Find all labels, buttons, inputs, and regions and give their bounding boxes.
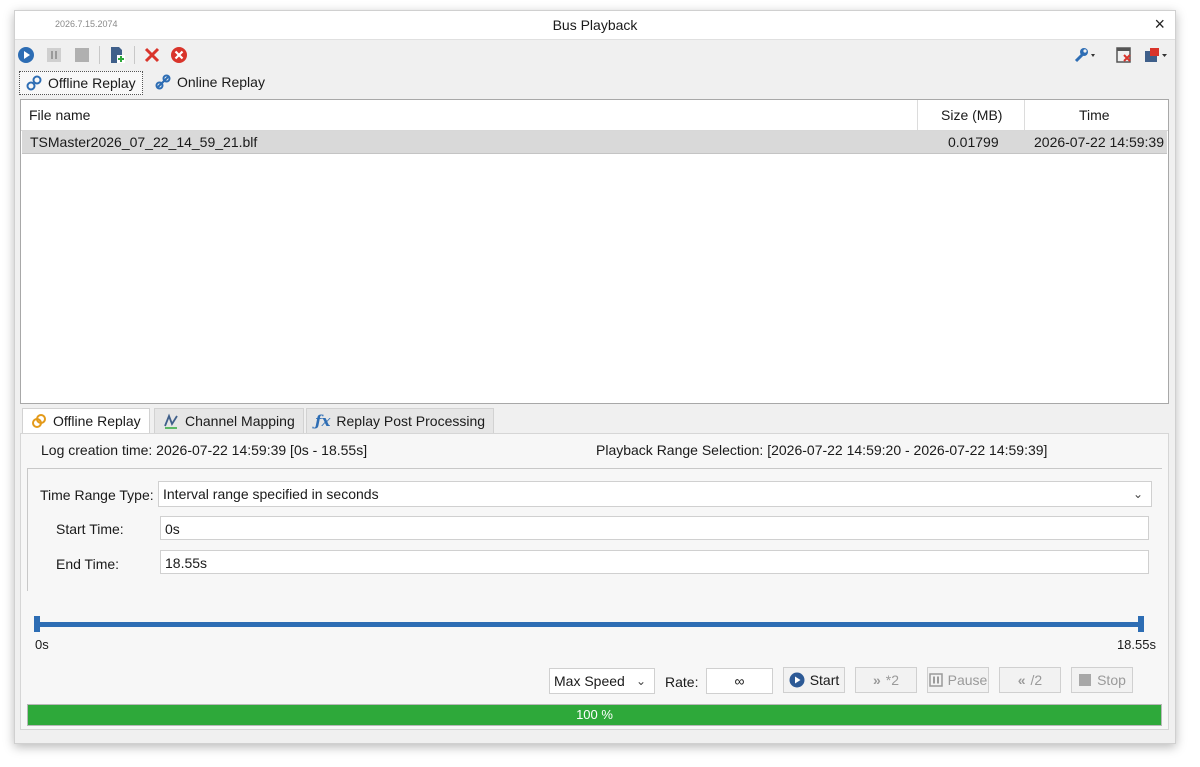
stop-button[interactable]: Stop xyxy=(1071,667,1133,693)
table-row[interactable]: TSMaster2026_07_22_14_59_21.blf 0.01799 … xyxy=(22,131,1167,154)
range-max-label: 18.55s xyxy=(1116,637,1156,652)
offline-replay-panel: Log creation time: 2026-07-22 14:59:39 [… xyxy=(20,433,1169,730)
range-end-handle[interactable] xyxy=(1138,616,1144,632)
stop-icon[interactable] xyxy=(73,46,91,64)
speed-up-button[interactable]: » *2 xyxy=(855,667,917,693)
file-list[interactable]: File name Size (MB) Time TSMaster2026_07… xyxy=(20,99,1169,404)
rewind-icon: « xyxy=(1017,672,1026,688)
range-slider-track[interactable] xyxy=(37,622,1141,627)
close-icon[interactable]: × xyxy=(1154,15,1165,33)
function-icon: ƒx xyxy=(315,412,331,430)
clear-all-icon[interactable] xyxy=(170,46,188,64)
pause-icon xyxy=(928,673,943,687)
time-range-form: Time Range Type: Interval range specifie… xyxy=(27,469,1163,591)
time-range-type-value: Interval range specified in seconds xyxy=(163,486,379,502)
bus-playback-window: 2026.7.15.2074 Bus Playback × Offline Re… xyxy=(14,10,1176,744)
layout-icon[interactable] xyxy=(1143,46,1169,64)
play-icon xyxy=(789,672,805,688)
add-file-icon[interactable] xyxy=(108,46,126,64)
toolbar xyxy=(15,39,1175,70)
playback-range-selection: Playback Range Selection: [2026-07-22 14… xyxy=(596,442,1048,458)
start-button[interactable]: Start xyxy=(783,667,845,693)
wrench-icon[interactable] xyxy=(1073,46,1097,64)
replay-settings-tabs: Offline Replay Channel Mapping ƒx Replay… xyxy=(20,407,1167,433)
start-time-label: Start Time: xyxy=(56,521,124,537)
link-icon xyxy=(155,74,171,90)
chevron-down-icon: ⌄ xyxy=(635,674,646,688)
tab-channel-mapping[interactable]: Channel Mapping xyxy=(154,408,304,433)
fast-forward-icon: » xyxy=(872,672,881,688)
speed-value: Max Speed xyxy=(554,673,625,689)
pause-button-label: Pause xyxy=(947,672,988,688)
pause-button[interactable]: Pause xyxy=(927,667,989,693)
tab-channel-mapping-label: Channel Mapping xyxy=(185,413,295,429)
chevron-down-icon: ⌄ xyxy=(1132,487,1143,501)
mapping-icon xyxy=(164,413,178,429)
stop-button-label: Stop xyxy=(1097,672,1126,688)
end-time-input[interactable]: 18.55s xyxy=(160,550,1149,574)
cell-size: 0.01799 xyxy=(948,134,999,150)
log-creation-time: Log creation time: 2026-07-22 14:59:39 [… xyxy=(41,442,368,458)
tab-online-replay[interactable]: Online Replay xyxy=(149,71,271,93)
tab-replay-post-processing-label: Replay Post Processing xyxy=(336,413,486,429)
slow-down-button[interactable]: « /2 xyxy=(999,667,1061,693)
title-bar: 2026.7.15.2074 Bus Playback × xyxy=(15,11,1175,39)
playback-progress-bar: 100 % xyxy=(27,704,1162,726)
time-range-type-select[interactable]: Interval range specified in seconds ⌄ xyxy=(158,481,1152,507)
tab-online-replay-label: Online Replay xyxy=(177,74,265,90)
replay-mode-tabs: Offline Replay Online Replay xyxy=(15,69,1175,97)
column-divider[interactable] xyxy=(917,100,918,130)
play-icon[interactable] xyxy=(17,46,35,64)
start-button-label: Start xyxy=(809,672,840,688)
pause-icon[interactable] xyxy=(45,46,63,64)
chain-icon xyxy=(32,414,46,428)
column-divider[interactable] xyxy=(1024,100,1025,130)
link-icon xyxy=(26,75,42,91)
cell-file-name: TSMaster2026_07_22_14_59_21.blf xyxy=(30,134,258,150)
progress-label: 100 % xyxy=(576,707,613,722)
toolbar-separator xyxy=(99,46,100,64)
stop-icon xyxy=(1079,674,1092,686)
delete-icon[interactable] xyxy=(143,46,161,64)
start-time-input[interactable]: 0s xyxy=(160,516,1149,540)
end-time-label: End Time: xyxy=(56,556,120,572)
file-list-header: File name Size (MB) Time xyxy=(21,100,1168,131)
column-header-file-name[interactable]: File name xyxy=(29,100,90,130)
window-title: Bus Playback xyxy=(552,17,638,33)
toolbar-separator xyxy=(134,46,135,64)
cell-time: 2026-07-22 14:59:39 xyxy=(1034,134,1164,150)
column-header-time[interactable]: Time xyxy=(1079,100,1110,130)
slow-down-button-label: /2 xyxy=(1030,672,1043,688)
column-header-size[interactable]: Size (MB) xyxy=(941,100,1002,130)
range-min-label: 0s xyxy=(35,637,49,652)
remove-window-icon[interactable] xyxy=(1115,46,1133,64)
speed-select[interactable]: Max Speed ⌄ xyxy=(549,668,655,694)
time-range-type-label: Time Range Type: xyxy=(40,487,154,503)
rate-input[interactable]: ∞ xyxy=(706,668,773,694)
speed-up-button-label: *2 xyxy=(885,672,900,688)
tab-replay-post-processing[interactable]: ƒx Replay Post Processing xyxy=(306,408,495,433)
tab-offline-replay-settings[interactable]: Offline Replay xyxy=(22,408,150,433)
tab-offline-replay[interactable]: Offline Replay xyxy=(19,71,143,95)
tab-offline-replay-label: Offline Replay xyxy=(48,75,136,91)
rate-label: Rate: xyxy=(665,674,699,690)
range-start-handle[interactable] xyxy=(34,616,40,632)
tab-offline-replay-settings-label: Offline Replay xyxy=(53,413,141,429)
